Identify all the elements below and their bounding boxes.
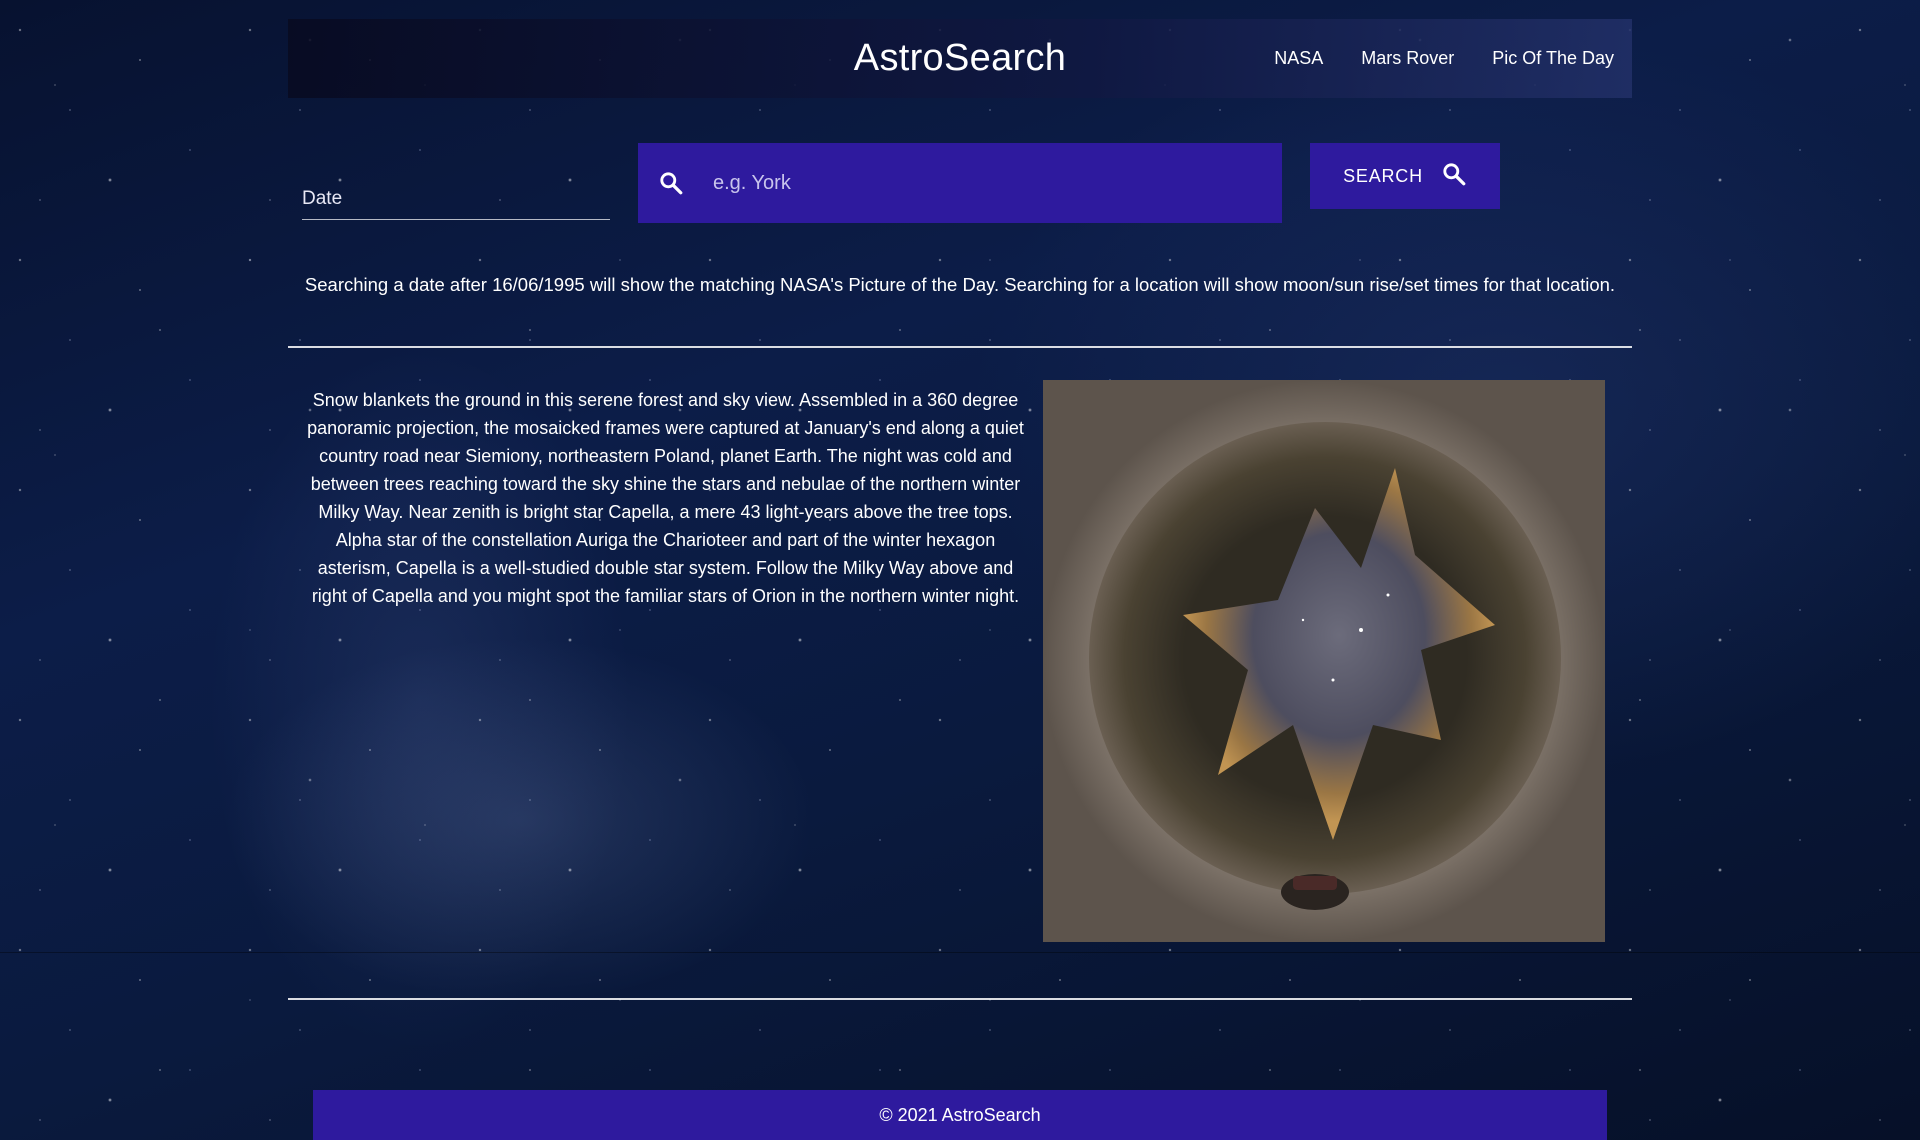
location-input[interactable] [713, 143, 1263, 223]
date-input[interactable] [302, 170, 610, 219]
divider-top [288, 346, 1632, 348]
footer-copyright: © 2021 AstroSearch [879, 1105, 1041, 1125]
nav-link-nasa[interactable]: NASA [1274, 48, 1323, 69]
location-search-box [638, 143, 1282, 223]
apod-description: Snow blankets the ground in this serene … [307, 390, 1024, 606]
top-header: AstroSearch NASA Mars Rover Pic Of The D… [288, 19, 1632, 98]
main-nav: NASA Mars Rover Pic Of The Day [1274, 48, 1614, 69]
search-icon [658, 170, 684, 196]
nav-link-pic-of-the-day[interactable]: Pic Of The Day [1492, 48, 1614, 69]
date-field [302, 170, 610, 220]
divider-bottom [288, 998, 1632, 1000]
apod-image [1043, 380, 1605, 942]
content-separator [0, 952, 1920, 953]
search-help-text: Searching a date after 16/06/1995 will s… [304, 274, 1616, 295]
footer: © 2021 AstroSearch [313, 1090, 1607, 1140]
search-button-label: SEARCH [1343, 165, 1423, 186]
search-icon [1441, 161, 1467, 192]
nav-link-mars-rover[interactable]: Mars Rover [1361, 48, 1454, 69]
search-button[interactable]: SEARCH [1310, 143, 1500, 209]
